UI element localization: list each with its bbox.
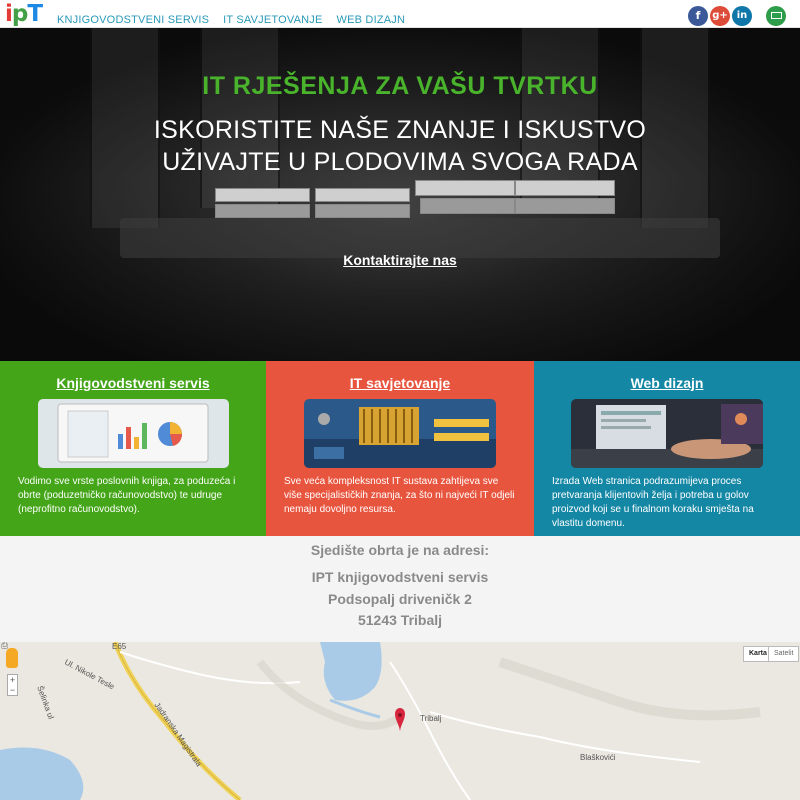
motherboard-image: [304, 399, 496, 468]
service-description: Izrada Web stranica podrazumijeva proces…: [552, 476, 754, 529]
map-label-e65: E65: [112, 642, 127, 651]
hero-bg-binder: [215, 204, 310, 218]
hero-subtitle-line-2: UŽIVAJTE U PLODOVIMA SVOGA RADA: [162, 148, 638, 176]
hero-subtitle-line-1: ISKORISTITE NAŠE ZNANJE I ISKUSTVO: [153, 116, 647, 144]
contact-link[interactable]: Kontaktirajte nas: [343, 252, 457, 268]
top-navbar: ipT KNJIGOVODSTVENI SERVIS IT SAVJETOVAN…: [0, 0, 800, 28]
service-box-knjigovodstveni-servis: Knjigovodstveni servis Vodimo sve vrste …: [0, 361, 266, 536]
hero-bg-binder: [315, 204, 410, 218]
hero-bg-binder: [415, 180, 515, 196]
map-type-satelit-button[interactable]: Satelit: [768, 646, 800, 662]
nav-link-it-savjetovanje[interactable]: IT SAVJETOVANJE: [223, 14, 322, 26]
address-company-name: IPT knjigovodstveni servis: [311, 569, 489, 585]
service-title[interactable]: IT savjetovanje: [266, 375, 534, 391]
ipt-logo[interactable]: ipT: [5, 2, 43, 26]
hero-bg-binder: [215, 188, 310, 202]
address-street: Podsopalj driveničk 2: [328, 591, 472, 607]
zoom-control[interactable]: + −: [7, 674, 18, 696]
laptop-typing-image: [571, 399, 763, 468]
address-section: Sjedište obrta je na adresi: IPT knjigov…: [0, 536, 800, 642]
nav-link-web-dizajn[interactable]: WEB DIZAJN: [337, 14, 406, 26]
facebook-icon[interactable]: f: [688, 6, 708, 26]
email-icon[interactable]: [766, 6, 786, 26]
hero-bg-binder: [315, 188, 410, 202]
service-box-web-dizajn: Web dizajn Izrada Web stranica podrazumi…: [534, 361, 800, 536]
google-map[interactable]: ⎙ + − Karta Satelit Tribalj Blaškovići Ul…: [0, 642, 800, 800]
laptop-charts-image: [38, 399, 229, 468]
nav-link-knjigovodstveni-servis[interactable]: KNJIGOVODSTVENI SERVIS: [57, 14, 209, 26]
google-plus-icon[interactable]: g+: [710, 6, 730, 26]
map-canvas[interactable]: [0, 642, 800, 800]
service-box-it-savjetovanje: IT savjetovanje Sve veća kompleksnost IT…: [266, 361, 534, 536]
hero-banner: IT RJEŠENJA ZA VAŠU TVRTKU ISKORISTITE N…: [0, 28, 800, 361]
service-title[interactable]: Knjigovodstveni servis: [0, 375, 266, 391]
linkedin-icon[interactable]: in: [732, 6, 752, 26]
address-city: 51243 Tribalj: [357, 612, 443, 628]
service-description: Vodimo sve vrste poslovnih knjiga, za po…: [18, 476, 236, 515]
address-heading: Sjedište obrta je na adresi:: [310, 542, 490, 558]
street-view-pegman-icon[interactable]: [6, 648, 18, 668]
hero-title: IT RJEŠENJA ZA VAŠU TVRTKU: [202, 72, 598, 100]
service-title[interactable]: Web dizajn: [534, 375, 800, 391]
hero-bg-binder: [515, 180, 615, 196]
map-label-blaskovici: Blaškovići: [580, 753, 616, 762]
service-description: Sve veća kompleksnost IT sustava zahtije…: [284, 476, 515, 515]
map-label-tribalj: Tribalj: [420, 714, 442, 723]
nav-links: KNJIGOVODSTVENI SERVIS IT SAVJETOVANJE W…: [57, 14, 405, 26]
hero-bg-binder: [420, 198, 515, 214]
hero-bg-binder: [515, 198, 615, 214]
